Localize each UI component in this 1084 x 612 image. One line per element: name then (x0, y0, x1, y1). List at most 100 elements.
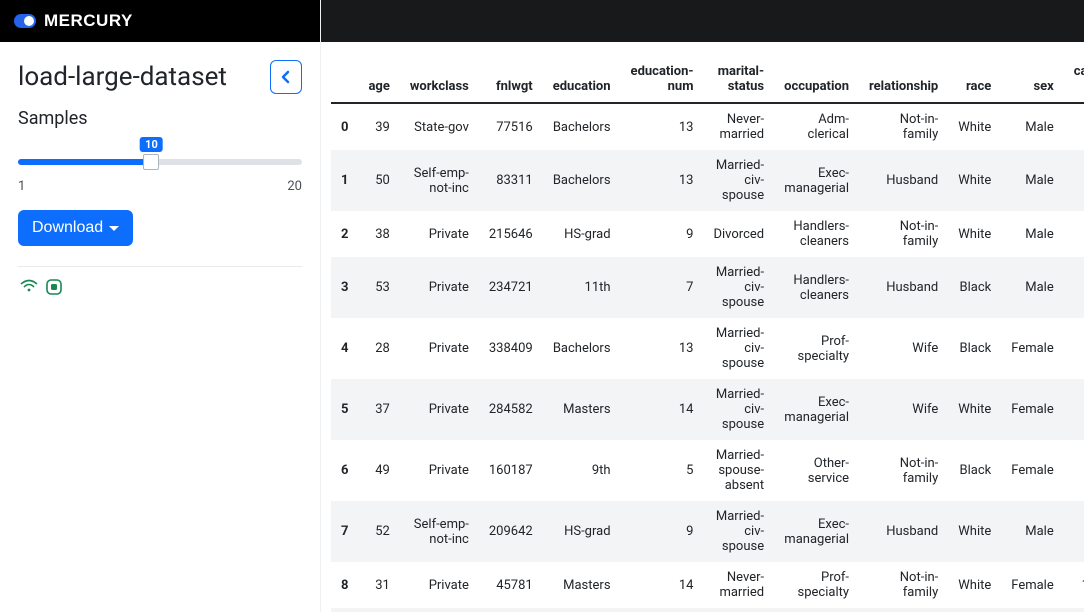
cell-capital-gain: 0 (1064, 211, 1084, 257)
wifi-icon (20, 279, 38, 293)
data-table-container[interactable]: age workclass fnlwgt education education… (321, 42, 1084, 612)
col-marital-status: marital-status (703, 56, 774, 103)
cell-age: 38 (358, 211, 399, 257)
cell-marital-status: Married-spouse-absent (703, 440, 774, 501)
download-button[interactable]: Download (18, 210, 133, 246)
collapse-sidebar-button[interactable] (270, 60, 302, 94)
cell-race: White (948, 211, 1001, 257)
row-index: 9 (331, 608, 358, 612)
cell-relationship: Wife (859, 379, 948, 440)
cell-capital-gain: 2174 (1064, 103, 1084, 150)
cell-relationship: Husband (859, 150, 948, 211)
row-index: 0 (331, 103, 358, 150)
cell-relationship: Not-in-family (859, 211, 948, 257)
cell-age: 37 (358, 379, 399, 440)
cell-occupation: Handlers-cleaners (774, 211, 859, 257)
cell-education-num: 13 (621, 608, 704, 612)
status-icons (18, 279, 302, 295)
row-index: 2 (331, 211, 358, 257)
col-fnlwgt: fnlwgt (479, 56, 543, 103)
cell-capital-gain: 0 (1064, 318, 1084, 379)
cell-age: 53 (358, 257, 399, 318)
cell-age: 28 (358, 318, 399, 379)
col-sex: sex (1001, 56, 1063, 103)
cell-education: Masters (543, 379, 621, 440)
col-occupation: occupation (774, 56, 859, 103)
row-index: 4 (331, 318, 358, 379)
cell-age: 42 (358, 608, 399, 612)
table-row: 752Self-emp-not-inc209642HS-grad9Married… (331, 501, 1084, 562)
row-index: 6 (331, 440, 358, 501)
cell-fnlwgt: 215646 (479, 211, 543, 257)
cell-workclass: Private (400, 318, 479, 379)
cell-sex: Female (1001, 318, 1063, 379)
cell-relationship: Not-in-family (859, 103, 948, 150)
cell-occupation: Prof-specialty (774, 318, 859, 379)
row-index: 7 (331, 501, 358, 562)
cell-sex: Male (1001, 257, 1063, 318)
cell-education-num: 9 (621, 501, 704, 562)
cell-race: Black (948, 440, 1001, 501)
cell-fnlwgt: 284582 (479, 379, 543, 440)
cell-workclass: Private (400, 562, 479, 608)
col-race: race (948, 56, 1001, 103)
cell-race: Black (948, 257, 1001, 318)
cell-fnlwgt: 338409 (479, 318, 543, 379)
col-relationship: relationship (859, 56, 948, 103)
cell-education-num: 5 (621, 440, 704, 501)
table-row: 942Private159449Bachelors13Married-civ-s… (331, 608, 1084, 612)
row-index: 3 (331, 257, 358, 318)
cell-marital-status: Married-civ-spouse (703, 150, 774, 211)
cell-marital-status: Never-married (703, 103, 774, 150)
caret-down-icon (109, 226, 119, 231)
cell-race: White (948, 501, 1001, 562)
download-button-label: Download (32, 219, 103, 237)
table-row: 649Private1601879th5Married-spouse-absen… (331, 440, 1084, 501)
cell-capital-gain: 0 (1064, 257, 1084, 318)
slider-max: 20 (287, 179, 302, 194)
cell-relationship: Husband (859, 257, 948, 318)
cell-occupation: Handlers-cleaners (774, 257, 859, 318)
cell-education: Masters (543, 562, 621, 608)
cell-occupation: Exec-managerial (774, 608, 859, 612)
cell-race: White (948, 150, 1001, 211)
cell-relationship: Not-in-family (859, 440, 948, 501)
slider-fill (18, 159, 151, 165)
sidebar: MERCURY load-large-dataset Samples 10 1 … (0, 0, 320, 612)
cell-sex: Male (1001, 501, 1063, 562)
cell-relationship: Wife (859, 318, 948, 379)
slider-thumb[interactable] (143, 154, 159, 170)
samples-label: Samples (18, 108, 302, 129)
cell-capital-gain: 0 (1064, 150, 1084, 211)
cell-workclass: Private (400, 257, 479, 318)
table-row: 831Private45781Masters14Never-marriedPro… (331, 562, 1084, 608)
cell-age: 50 (358, 150, 399, 211)
table-row: 537Private284582Masters14Married-civ-spo… (331, 379, 1084, 440)
cell-workclass: Self-emp-not-inc (400, 150, 479, 211)
kernel-status-icon (46, 279, 62, 295)
data-table: age workclass fnlwgt education education… (331, 56, 1084, 612)
cell-education: Bachelors (543, 318, 621, 379)
table-row: 238Private215646HS-grad9DivorcedHandlers… (331, 211, 1084, 257)
cell-fnlwgt: 83311 (479, 150, 543, 211)
cell-fnlwgt: 234721 (479, 257, 543, 318)
cell-capital-gain: 5178 (1064, 608, 1084, 612)
topbar-left: MERCURY (0, 0, 320, 42)
cell-sex: Female (1001, 562, 1063, 608)
row-index: 8 (331, 562, 358, 608)
table-row: 428Private338409Bachelors13Married-civ-s… (331, 318, 1084, 379)
col-workclass: workclass (400, 56, 479, 103)
cell-workclass: Private (400, 608, 479, 612)
cell-marital-status: Married-civ-spouse (703, 318, 774, 379)
cell-workclass: Private (400, 211, 479, 257)
cell-age: 49 (358, 440, 399, 501)
cell-sex: Male (1001, 103, 1063, 150)
samples-slider[interactable]: 10 (18, 137, 302, 177)
cell-marital-status: Married-civ-spouse (703, 608, 774, 612)
cell-occupation: Prof-specialty (774, 562, 859, 608)
cell-education-num: 13 (621, 150, 704, 211)
cell-occupation: Other-service (774, 440, 859, 501)
mercury-logo-icon (14, 14, 36, 28)
cell-race: White (948, 103, 1001, 150)
main-content: age workclass fnlwgt education education… (320, 0, 1084, 612)
